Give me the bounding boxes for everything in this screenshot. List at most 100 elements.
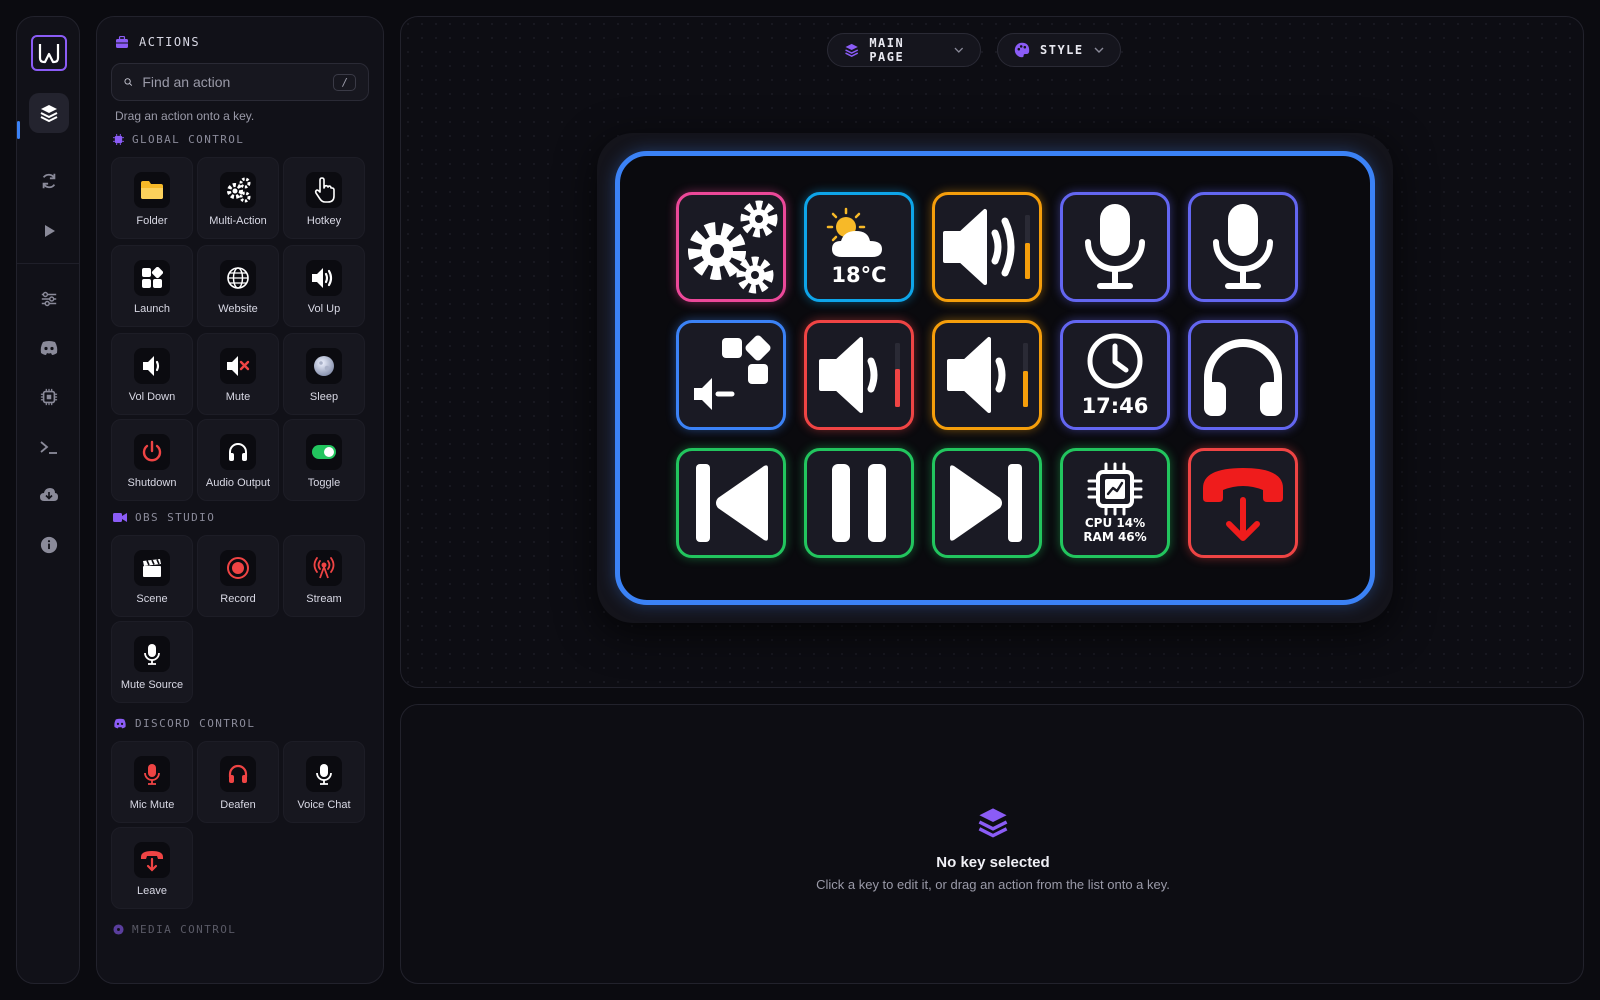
nav-discord[interactable]: [29, 328, 69, 368]
toggle-icon: [312, 445, 336, 459]
action-vol-down[interactable]: Vol Down: [111, 333, 193, 415]
page-selector[interactable]: MAIN PAGE: [827, 33, 981, 67]
layers-icon: [845, 43, 859, 57]
action-deafen[interactable]: Deafen: [197, 741, 279, 823]
headphones-icon: [1204, 339, 1282, 416]
action-website[interactable]: Website: [197, 245, 279, 327]
stream-deck: 18°C 17:46 CPU 14% RAM 46%: [615, 151, 1375, 605]
search-input[interactable]: [142, 74, 324, 90]
section-obs-studio: OBS STUDIO: [113, 511, 215, 524]
action-mute[interactable]: Mute: [197, 333, 279, 415]
chevron-down-icon: [1094, 47, 1104, 53]
empty-subtitle: Click a key to edit it, or drag an actio…: [816, 877, 1170, 892]
nav-play[interactable]: [29, 211, 69, 251]
deck-key-15[interactable]: [1188, 448, 1298, 558]
action-audio-output[interactable]: Audio Output: [197, 419, 279, 501]
next-track-icon: [950, 464, 1022, 542]
hand-pointer-icon: [314, 177, 335, 203]
action-mute-source[interactable]: Mute Source: [111, 621, 193, 703]
cpu-usage: CPU 14%: [1084, 516, 1146, 530]
nav-cpu[interactable]: [29, 377, 69, 417]
chip-icon: [113, 134, 124, 145]
empty-state: No key selected Click a key to edit it, …: [401, 805, 1585, 892]
action-stream[interactable]: Stream: [283, 535, 365, 617]
sliders-icon: [41, 291, 57, 307]
discord-icon: [40, 341, 58, 355]
action-sleep[interactable]: Sleep: [283, 333, 365, 415]
microphone-icon: [316, 764, 332, 785]
action-search[interactable]: /: [111, 63, 369, 101]
deck-key-6[interactable]: [676, 320, 786, 430]
deck-key-14[interactable]: CPU 14% RAM 46%: [1060, 448, 1170, 558]
actions-header: ACTIONS: [115, 35, 200, 49]
volume-up-icon: [312, 268, 333, 288]
deck-key-5[interactable]: [1188, 192, 1298, 302]
clock-icon: [1087, 333, 1143, 389]
action-shutdown[interactable]: Shutdown: [111, 419, 193, 501]
deck-stage: MAIN PAGE STYLE 18°C 17:46 CPU 14% RAM 4…: [400, 16, 1584, 688]
layers-icon: [978, 808, 1008, 838]
deck-key-13[interactable]: [932, 448, 1042, 558]
deck-key-10[interactable]: [1188, 320, 1298, 430]
deck-key-11[interactable]: [676, 448, 786, 558]
action-voice-chat[interactable]: Voice Chat: [283, 741, 365, 823]
action-launch[interactable]: Launch: [111, 245, 193, 327]
ram-usage: RAM 46%: [1083, 530, 1147, 544]
clock-time: 17:46: [1081, 394, 1149, 418]
action-toggle[interactable]: Toggle: [283, 419, 365, 501]
layers-icon: [40, 105, 58, 123]
deck-key-7[interactable]: [804, 320, 914, 430]
gears-icon: [227, 177, 251, 203]
nav-info[interactable]: [29, 525, 69, 565]
action-leave[interactable]: Leave: [111, 827, 193, 909]
nav-download[interactable]: [29, 475, 69, 515]
actions-panel: ACTIONS / Drag an action onto a key. GLO…: [96, 16, 384, 984]
section-global-control: GLOBAL CONTROL: [113, 133, 244, 146]
style-selector[interactable]: STYLE: [997, 33, 1121, 67]
deck-key-2[interactable]: 18°C: [804, 192, 914, 302]
nav-terminal[interactable]: [29, 427, 69, 467]
key-inspector: No key selected Click a key to edit it, …: [400, 704, 1584, 984]
rail-divider: [17, 263, 79, 264]
page-selector-label: MAIN PAGE: [869, 36, 905, 64]
hang-up-icon: [1203, 468, 1283, 541]
gears-icon: [688, 200, 778, 294]
app-logo[interactable]: [31, 35, 67, 71]
microphone-red-icon: [144, 764, 160, 785]
previous-track-icon: [696, 464, 768, 542]
palette-icon: [1014, 42, 1030, 58]
headphones-icon: [229, 443, 247, 461]
nav-settings[interactable]: [29, 279, 69, 319]
deck-key-12[interactable]: [804, 448, 914, 558]
deck-key-1[interactable]: [676, 192, 786, 302]
pause-icon: [832, 464, 886, 542]
action-record[interactable]: Record: [197, 535, 279, 617]
action-scene[interactable]: Scene: [111, 535, 193, 617]
nav-layers[interactable]: [29, 93, 69, 133]
microphone-icon: [1213, 204, 1273, 289]
deck-key-3[interactable]: [932, 192, 1042, 302]
empty-title: No key selected: [936, 854, 1050, 871]
action-mic-mute[interactable]: Mic Mute: [111, 741, 193, 823]
action-hotkey[interactable]: Hotkey: [283, 157, 365, 239]
volume-up-icon: [943, 209, 1030, 285]
nav-refresh[interactable]: [29, 161, 69, 201]
clapperboard-icon: [143, 559, 161, 577]
action-multi-action[interactable]: Multi-Action: [197, 157, 279, 239]
deck-key-9[interactable]: 17:46: [1060, 320, 1170, 430]
power-icon: [142, 440, 162, 462]
action-vol-up[interactable]: Vol Up: [283, 245, 365, 327]
action-folder[interactable]: Folder: [111, 157, 193, 239]
weather-partly-cloudy-icon: [826, 207, 882, 257]
section-discord-control: DISCORD CONTROL: [113, 717, 255, 730]
info-icon: [40, 536, 58, 554]
sidebar-rail: [16, 16, 80, 984]
disc-icon: [113, 924, 124, 935]
record-icon: [227, 557, 249, 579]
style-selector-label: STYLE: [1040, 43, 1084, 57]
discord-icon: [114, 718, 126, 729]
actions-title: ACTIONS: [139, 35, 201, 49]
audio-output-apps-icon: [694, 335, 771, 410]
deck-key-4[interactable]: [1060, 192, 1170, 302]
deck-key-8[interactable]: [932, 320, 1042, 430]
